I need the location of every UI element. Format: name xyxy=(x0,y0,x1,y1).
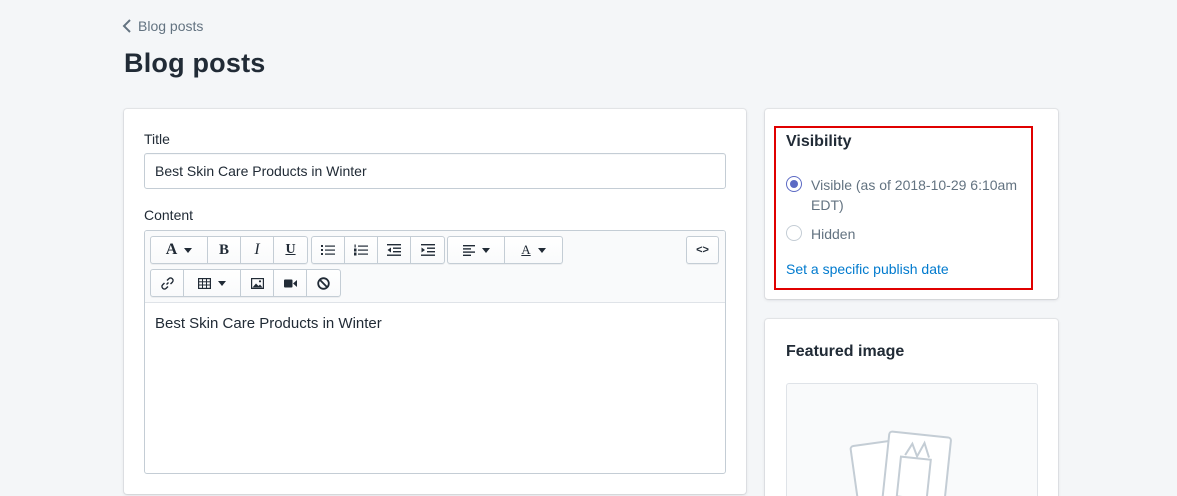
insert-image-button[interactable] xyxy=(241,270,274,296)
indent-icon xyxy=(420,244,435,256)
font-style-dropdown[interactable]: A xyxy=(151,237,208,263)
code-icon: <> xyxy=(696,244,709,256)
underline-button[interactable]: U xyxy=(274,237,307,263)
chevron-down-icon xyxy=(184,247,193,253)
breadcrumb-label: Blog posts xyxy=(138,18,204,34)
show-html-button[interactable]: <> xyxy=(687,237,718,263)
underline-icon: U xyxy=(285,242,296,257)
visibility-title: Visibility xyxy=(786,133,852,150)
bullet-list-icon xyxy=(321,245,335,255)
image-icon xyxy=(250,277,264,289)
insert-video-button[interactable] xyxy=(274,270,307,296)
font-style-icon: A xyxy=(165,241,178,258)
hidden-radio-label: Hidden xyxy=(811,226,856,242)
link-icon xyxy=(160,276,174,290)
alignment-color-group: A xyxy=(447,236,563,264)
outdent-icon xyxy=(387,244,401,256)
editor-content[interactable]: Best Skin Care Products in Winter xyxy=(155,315,382,332)
bold-button[interactable]: B xyxy=(208,237,241,263)
set-publish-date-link[interactable]: Set a specific publish date xyxy=(786,261,949,277)
hidden-radio[interactable] xyxy=(786,225,802,241)
post-editor-card: Title Best Skin Care Products in Winter … xyxy=(124,109,746,494)
list-group xyxy=(311,236,445,264)
featured-image-title: Featured image xyxy=(786,343,905,360)
indent-button[interactable] xyxy=(411,237,444,263)
text-format-group: A B I U xyxy=(150,236,308,264)
italic-icon: I xyxy=(254,241,260,258)
title-input[interactable]: Best Skin Care Products in Winter xyxy=(144,153,726,189)
insert-group xyxy=(150,269,341,297)
content-label: Content xyxy=(144,207,194,223)
hidden-radio-option[interactable]: Hidden xyxy=(786,224,855,244)
page-title: Blog posts xyxy=(124,48,266,78)
numbered-list-icon xyxy=(354,244,368,256)
image-placeholder-icon xyxy=(849,430,952,496)
visibility-card: Visibility Visible (as of 2018-10-29 6:1… xyxy=(765,109,1058,299)
block-icon xyxy=(317,276,330,290)
chevron-down-icon xyxy=(218,280,226,286)
chevron-down-icon xyxy=(481,247,490,253)
align-left-icon xyxy=(462,244,475,256)
visible-radio-option[interactable]: Visible (as of 2018-10-29 6:10am EDT) xyxy=(786,175,1026,215)
insert-link-button[interactable] xyxy=(151,270,184,296)
chevron-down-icon xyxy=(537,247,546,253)
text-color-icon: A xyxy=(521,242,531,257)
visible-radio[interactable] xyxy=(786,176,802,192)
outdent-button[interactable] xyxy=(378,237,411,263)
chevron-left-icon xyxy=(122,19,131,33)
numbered-list-button[interactable] xyxy=(345,237,378,263)
html-group: <> xyxy=(686,236,719,264)
clear-formatting-button[interactable] xyxy=(307,270,340,296)
video-icon xyxy=(283,279,297,287)
rich-text-editor: A B I U A <> Best Skin Care Products in … xyxy=(144,230,726,474)
text-color-dropdown[interactable]: A xyxy=(505,237,562,263)
table-icon xyxy=(198,277,211,289)
insert-table-dropdown[interactable] xyxy=(184,270,241,296)
title-label: Title xyxy=(144,131,170,147)
visible-radio-label: Visible (as of 2018-10-29 6:10am EDT) xyxy=(811,177,1017,213)
editor-toolbar: A B I U A <> xyxy=(145,231,725,303)
bullet-list-button[interactable] xyxy=(312,237,345,263)
image-dropzone[interactable] xyxy=(786,383,1038,496)
featured-image-card: Featured image xyxy=(765,319,1058,496)
align-dropdown[interactable] xyxy=(448,237,505,263)
breadcrumb[interactable]: Blog posts xyxy=(122,18,203,34)
bold-icon: B xyxy=(218,241,229,258)
italic-button[interactable]: I xyxy=(241,237,274,263)
